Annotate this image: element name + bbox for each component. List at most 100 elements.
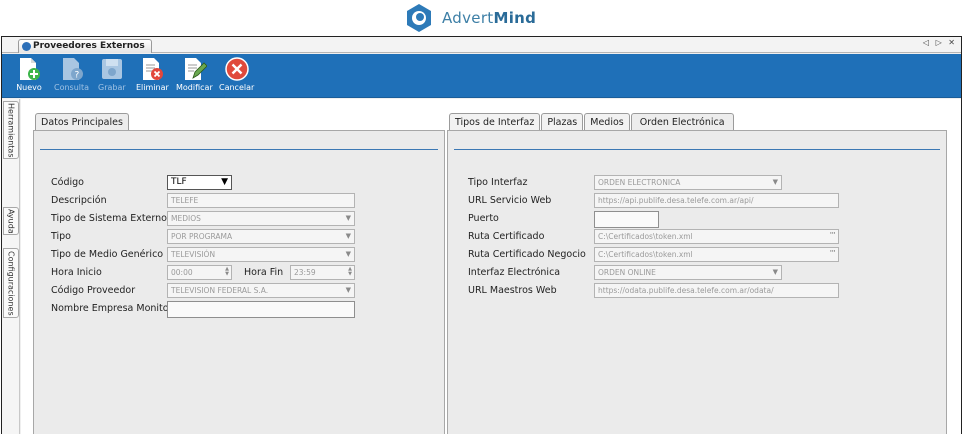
right-panel-tabs: Tipos de Interfaz Plazas Medios Orden El… xyxy=(449,113,735,131)
grabar-label: Grabar xyxy=(98,83,126,92)
ruta-certificado-field[interactable]: C:\Certificados\token.xml ··· xyxy=(594,229,839,244)
tab-datos-principales[interactable]: Datos Principales xyxy=(35,113,129,131)
tipo-medio-label: Tipo de Medio Genérico xyxy=(51,249,164,260)
tab-tipos-de-interfaz[interactable]: Tipos de Interfaz xyxy=(449,113,541,131)
new-doc-icon xyxy=(20,58,40,80)
orden-electronica-panel: Tipo Interfaz ORDEN ELECTRONICA ▼ URL Se… xyxy=(447,130,947,434)
tipo-interfaz-select[interactable]: ORDEN ELECTRONICA ▼ xyxy=(594,175,782,190)
eliminar-button[interactable]: Eliminar xyxy=(136,56,169,92)
row-interfaz-electronica: Interfaz Electrónica ORDEN ONLINE ▼ xyxy=(468,265,938,281)
chevron-down-icon: ▼ xyxy=(345,250,351,258)
ruta-cert-negocio-label: Ruta Certificado Negocio xyxy=(468,249,586,260)
url-servicio-field[interactable]: https://api.publife.desa.telefe.com.ar/a… xyxy=(594,193,839,208)
document-tab-icon xyxy=(22,42,31,51)
chevron-down-icon: ▼ xyxy=(345,232,351,240)
ruta-cert-negocio-field[interactable]: C:\Certificados\token.xml ··· xyxy=(594,247,839,262)
descripcion-field[interactable]: TELEFE xyxy=(167,193,355,208)
app-header: AdvertMind xyxy=(0,0,963,36)
side-tab-ayuda[interactable]: Ayuda xyxy=(3,207,19,235)
codigo-select[interactable]: TLF ▼ xyxy=(167,175,232,190)
brand-name: AdvertMind xyxy=(442,9,537,27)
spinner-arrows-icon[interactable]: ▲ ▼ xyxy=(225,267,229,277)
content-area: Datos Principales Código TLF ▼ Descripci… xyxy=(21,99,961,434)
tab-proveedores-externos[interactable]: Proveedores Externos xyxy=(18,39,152,53)
row-url-servicio: URL Servicio Web https://api.publife.des… xyxy=(468,193,938,209)
url-servicio-label: URL Servicio Web xyxy=(468,195,552,206)
ruta-certificado-label: Ruta Certificado xyxy=(468,231,545,242)
row-horas: Hora Inicio 00:00 ▲ ▼ Hora Fin 23:59 ▲ ▼ xyxy=(51,265,441,281)
modificar-button[interactable]: Modificar xyxy=(176,56,213,92)
cancelar-button[interactable]: Cancelar xyxy=(219,56,254,92)
hora-inicio-label: Hora Inicio xyxy=(51,267,102,278)
row-descripcion: Descripción TELEFE xyxy=(51,193,441,209)
edit-doc-icon xyxy=(185,58,208,80)
tipo-label: Tipo xyxy=(51,231,71,242)
hora-inicio-field[interactable]: 00:00 ▲ ▼ xyxy=(167,265,232,280)
url-maestros-field[interactable]: https://odata.publife.desa.telefe.com.ar… xyxy=(594,283,839,298)
codigo-proveedor-label: Código Proveedor xyxy=(51,285,136,296)
svg-text:?: ? xyxy=(74,71,79,81)
tipo-sistema-label: Tipo de Sistema Externo xyxy=(51,213,167,224)
grabar-button[interactable]: Grabar xyxy=(98,56,126,92)
tipo-select[interactable]: POR PROGRAMA ▼ xyxy=(167,229,355,244)
spinner-arrows-icon[interactable]: ▲ ▼ xyxy=(348,267,352,277)
chevron-down-icon: ▼ xyxy=(221,177,228,187)
consulta-button[interactable]: ? Consulta xyxy=(54,56,89,92)
tab-orden-electronica[interactable]: Orden Electrónica xyxy=(630,113,734,131)
eliminar-label: Eliminar xyxy=(136,83,169,92)
panel-separator xyxy=(454,149,940,150)
url-maestros-label: URL Maestros Web xyxy=(468,285,557,296)
row-nombre-empresa: Nombre Empresa Monitor xyxy=(51,301,441,318)
row-ruta-certificado: Ruta Certificado C:\Certificados\token.x… xyxy=(468,229,938,245)
cancel-circle-icon xyxy=(224,57,249,81)
codigo-proveedor-select[interactable]: TELEVISION FEDERAL S.A. ▼ xyxy=(167,283,355,298)
chevron-down-icon: ▼ xyxy=(345,214,351,222)
nuevo-label: Nuevo xyxy=(16,83,42,92)
advertmind-logo-icon xyxy=(407,4,431,32)
nombre-empresa-label: Nombre Empresa Monitor xyxy=(51,303,173,314)
row-codigo: Código TLF ▼ xyxy=(51,175,441,191)
tipo-medio-select[interactable]: TELEVISIÓN ▼ xyxy=(167,247,355,262)
document-tabstrip: Proveedores Externos ◁ ▷ ✕ xyxy=(2,37,961,53)
hora-fin-label: Hora Fin xyxy=(244,267,284,278)
save-disk-icon xyxy=(101,59,122,79)
tab-navigation-controls[interactable]: ◁ ▷ ✕ xyxy=(923,38,957,47)
delete-doc-icon xyxy=(143,58,164,80)
descripcion-label: Descripción xyxy=(51,195,107,206)
browse-ellipsis-icon[interactable]: ··· xyxy=(829,230,836,241)
puerto-field[interactable] xyxy=(594,211,659,228)
chevron-down-icon: ▼ xyxy=(772,178,778,186)
chevron-down-icon: ▼ xyxy=(772,268,778,276)
query-doc-icon: ? xyxy=(62,58,83,81)
row-tipo: Tipo POR PROGRAMA ▼ xyxy=(51,229,441,245)
tab-label: Proveedores Externos xyxy=(33,41,145,51)
nuevo-button[interactable]: Nuevo xyxy=(16,56,42,92)
row-ruta-cert-negocio: Ruta Certificado Negocio C:\Certificados… xyxy=(468,247,938,263)
row-url-maestros: URL Maestros Web https://odata.publife.d… xyxy=(468,283,938,299)
datos-principales-panel: Código TLF ▼ Descripción TELEFE Tipo de … xyxy=(33,130,445,434)
row-tipo-medio: Tipo de Medio Genérico TELEVISIÓN ▼ xyxy=(51,247,441,263)
puerto-label: Puerto xyxy=(468,213,499,224)
consulta-label: Consulta xyxy=(54,83,90,92)
tab-plazas[interactable]: Plazas xyxy=(541,113,584,131)
side-panel-strip: Herramientas Ayuda Configuraciones xyxy=(2,99,20,434)
left-panel-tabs: Datos Principales xyxy=(35,113,130,131)
tipo-sistema-select[interactable]: MEDIOS ▼ xyxy=(167,211,355,226)
toolbar: Nuevo ? Consulta Grabar Eliminar Modific… xyxy=(2,54,961,98)
advertmind-logo: AdvertMind xyxy=(404,3,536,33)
interfaz-electronica-select[interactable]: ORDEN ONLINE ▼ xyxy=(594,265,782,280)
chevron-down-icon: ▼ xyxy=(345,286,351,294)
modificar-label: Modificar xyxy=(176,83,213,92)
tab-medios[interactable]: Medios xyxy=(584,113,630,131)
nombre-empresa-field[interactable] xyxy=(167,301,355,318)
row-puerto: Puerto xyxy=(468,211,938,228)
codigo-label: Código xyxy=(51,177,84,188)
hora-fin-field[interactable]: 23:59 ▲ ▼ xyxy=(290,265,355,280)
tipo-interfaz-label: Tipo Interfaz xyxy=(468,177,528,188)
side-tab-configuraciones[interactable]: Configuraciones xyxy=(3,248,19,318)
panel-separator xyxy=(40,149,438,150)
row-tipo-sistema: Tipo de Sistema Externo MEDIOS ▼ xyxy=(51,211,441,227)
browse-ellipsis-icon[interactable]: ··· xyxy=(829,248,836,259)
side-tab-herramientas[interactable]: Herramientas xyxy=(3,101,19,159)
row-tipo-interfaz: Tipo Interfaz ORDEN ELECTRONICA ▼ xyxy=(468,175,938,191)
